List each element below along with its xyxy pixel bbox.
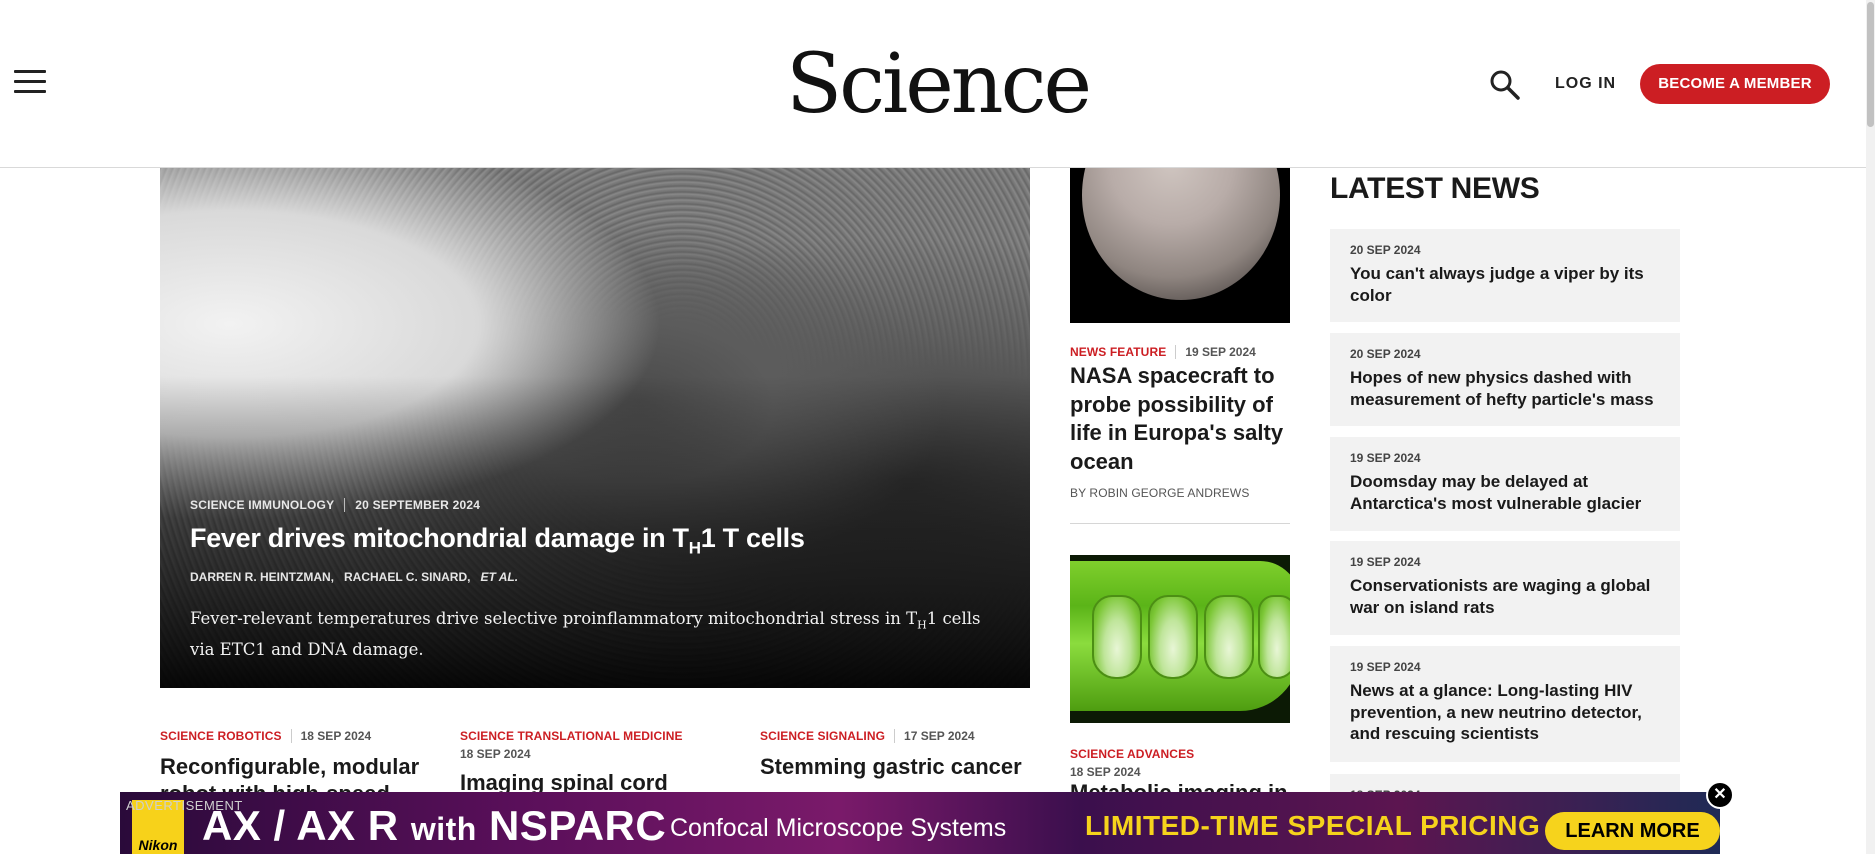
europa-image[interactable] bbox=[1070, 168, 1290, 323]
pod-cell bbox=[1258, 595, 1290, 679]
news-card[interactable]: 19 SEP 2024 Doomsday may be delayed at A… bbox=[1330, 437, 1680, 531]
ad-subline: Confocal Microscope Systems bbox=[670, 814, 1007, 842]
author-etal[interactable]: ET AL. bbox=[480, 570, 518, 584]
scrollbar-thumb[interactable] bbox=[1867, 2, 1874, 127]
ad-headline-c: NSPARC bbox=[488, 802, 667, 849]
login-link[interactable]: LOG IN bbox=[1555, 75, 1616, 93]
feature-date: 19 SEP 2024 bbox=[1185, 345, 1256, 359]
article-title[interactable]: Stemming gastric cancer bbox=[760, 753, 1030, 780]
advertisement-banner[interactable]: Nikon ADVERTISEMENT AX / AX R with NSPAR… bbox=[120, 792, 1720, 854]
pod-cell bbox=[1092, 595, 1142, 679]
meta-divider bbox=[344, 498, 346, 512]
news-date: 19 SEP 2024 bbox=[1350, 660, 1421, 674]
become-member-button[interactable]: BECOME A MEMBER bbox=[1640, 64, 1830, 104]
divider bbox=[1070, 523, 1290, 524]
feature-kicker[interactable]: NEWS FEATURE bbox=[1070, 345, 1166, 359]
feature-author[interactable]: BY ROBIN GEORGE ANDREWS bbox=[1070, 486, 1249, 500]
hero-meta: SCIENCE IMMUNOLOGY 20 SEPTEMBER 2024 bbox=[190, 498, 480, 512]
latest-news-heading: LATEST NEWS bbox=[1330, 172, 1540, 205]
hero-authors: DARREN R. HEINTZMAN, RACHAEL C. SINARD, … bbox=[190, 570, 518, 584]
learn-more-button[interactable]: LEARN MORE bbox=[1545, 812, 1720, 850]
news-date: 19 SEP 2024 bbox=[1350, 555, 1421, 569]
site-logo[interactable]: Science bbox=[786, 37, 1092, 132]
hero-title-subscript: H bbox=[688, 538, 701, 558]
feature-title[interactable]: NASA spacecraft to probe possibility of … bbox=[1070, 362, 1285, 476]
feature-meta: NEWS FEATURE 19 SEP 2024 bbox=[1070, 343, 1256, 361]
news-title[interactable]: Hopes of new physics dashed with measure… bbox=[1350, 367, 1660, 410]
hero-date: 20 SEPTEMBER 2024 bbox=[355, 498, 481, 512]
article-date: 17 SEP 2024 bbox=[904, 729, 975, 743]
ad-headline-b: with bbox=[410, 811, 477, 847]
ad-headline-a: AX / AX R bbox=[202, 802, 399, 849]
meta-divider bbox=[290, 729, 292, 743]
pod-cell bbox=[1204, 595, 1254, 679]
hero-title[interactable]: Fever drives mitochondrial damage in TH1… bbox=[190, 523, 805, 558]
menu-icon[interactable] bbox=[14, 70, 46, 96]
author-1[interactable]: DARREN R. HEINTZMAN, bbox=[190, 570, 334, 584]
second-kicker[interactable]: SCIENCE ADVANCES bbox=[1070, 747, 1194, 761]
news-date: 20 SEP 2024 bbox=[1350, 243, 1421, 257]
second-date: 18 SEP 2024 bbox=[1070, 765, 1141, 779]
news-date: 20 SEP 2024 bbox=[1350, 347, 1421, 361]
news-title[interactable]: You can't always judge a viper by its co… bbox=[1350, 263, 1660, 306]
meta-divider bbox=[894, 729, 896, 743]
news-card[interactable]: 19 SEP 2024 Conservationists are waging … bbox=[1330, 541, 1680, 635]
pea-pod-image[interactable] bbox=[1070, 555, 1290, 723]
hero-summary-subscript: H bbox=[917, 618, 927, 632]
article-card[interactable]: SCIENCE SIGNALING 17 SEP 2024 Stemming ga… bbox=[760, 727, 1030, 780]
second-meta: SCIENCE ADVANCES bbox=[1070, 745, 1194, 763]
meta-divider bbox=[1175, 345, 1177, 359]
news-title[interactable]: Conservationists are waging a global war… bbox=[1350, 575, 1660, 618]
news-card[interactable]: 20 SEP 2024 Hopes of new physics dashed … bbox=[1330, 333, 1680, 426]
news-card[interactable]: 19 SEP 2024 News at a glance: Long-lasti… bbox=[1330, 646, 1680, 762]
page-scrollbar[interactable] bbox=[1866, 0, 1875, 854]
news-title[interactable]: Doomsday may be delayed at Antarctica's … bbox=[1350, 471, 1660, 514]
hero-title-suffix: 1 T cells bbox=[700, 523, 805, 553]
news-date: 19 SEP 2024 bbox=[1350, 451, 1421, 465]
ad-headline: AX / AX R with NSPARC bbox=[202, 802, 666, 850]
article-date: 18 SEP 2024 bbox=[460, 747, 531, 761]
moon-shape bbox=[1082, 168, 1280, 300]
news-title[interactable]: News at a glance: Long-lasting HIV preve… bbox=[1350, 680, 1660, 745]
hero-kicker[interactable]: SCIENCE IMMUNOLOGY bbox=[190, 498, 334, 512]
author-2[interactable]: RACHAEL C. SINARD, bbox=[344, 570, 470, 584]
hero-summary-text: Fever-relevant temperatures drive select… bbox=[190, 609, 918, 628]
article-kicker[interactable]: SCIENCE TRANSLATIONAL MEDICINE bbox=[460, 729, 683, 743]
close-icon[interactable]: ✕ bbox=[1706, 781, 1734, 809]
article-kicker[interactable]: SCIENCE ROBOTICS bbox=[160, 729, 282, 743]
pod-cell bbox=[1148, 595, 1198, 679]
hero-summary: Fever-relevant temperatures drive select… bbox=[190, 606, 990, 662]
ad-promo: LIMITED-TIME SPECIAL PRICING bbox=[1085, 810, 1541, 841]
search-icon[interactable] bbox=[1488, 68, 1522, 102]
article-date: 18 SEP 2024 bbox=[300, 729, 372, 743]
news-card[interactable]: 20 SEP 2024 You can't always judge a vip… bbox=[1330, 229, 1680, 322]
site-header: Science LOG IN BECOME A MEMBER bbox=[0, 0, 1875, 168]
article-kicker[interactable]: SCIENCE SIGNALING bbox=[760, 729, 885, 743]
hero-title-text: Fever drives mitochondrial damage in T bbox=[190, 523, 689, 553]
hero-article[interactable]: SCIENCE IMMUNOLOGY 20 SEPTEMBER 2024 Feve… bbox=[160, 168, 1030, 688]
second-date-wrap: 18 SEP 2024 bbox=[1070, 763, 1141, 781]
